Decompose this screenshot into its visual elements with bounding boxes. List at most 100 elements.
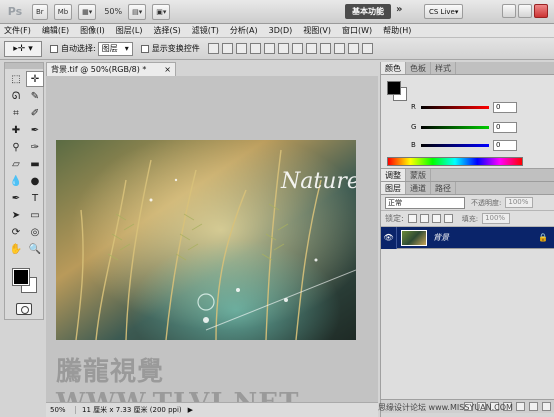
status-arrow-icon[interactable]: ▶ — [188, 406, 193, 414]
group-icon[interactable] — [516, 402, 525, 411]
eye-icon[interactable]: 👁 — [381, 226, 397, 249]
zoom-level[interactable]: 50% — [104, 7, 122, 16]
screen-mode-button[interactable]: ▣▾ — [152, 3, 171, 20]
red-slider-row: R 0 — [411, 101, 517, 113]
eraser-tool-icon[interactable]: ▱ — [7, 156, 25, 172]
workspace-overflow-icon[interactable]: » — [396, 4, 402, 15]
lock-transparency-icon[interactable] — [407, 214, 417, 223]
menu-view[interactable]: 视图(V) — [303, 25, 331, 36]
menu-3d[interactable]: 3D(D) — [269, 26, 293, 35]
tab-styles[interactable]: 样式 — [431, 62, 456, 74]
auto-select-dropdown[interactable]: 图层 — [97, 41, 133, 56]
marquee-tool-icon[interactable]: ⬚ — [7, 71, 25, 87]
status-zoom[interactable]: 50% — [46, 406, 76, 414]
lock-all-icon[interactable] — [443, 214, 453, 223]
tab-channels[interactable]: 通道 — [406, 182, 431, 194]
color-spectrum[interactable] — [387, 157, 523, 166]
3d-orbit-tool-icon[interactable]: ◎ — [26, 224, 44, 240]
move-tool-icon[interactable]: ✛ — [26, 71, 44, 87]
clone-stamp-tool-icon[interactable]: ⚲ — [7, 139, 25, 155]
tab-masks[interactable]: 蒙版 — [406, 169, 431, 181]
tab-color[interactable]: 颜色 — [381, 62, 406, 74]
menu-file[interactable]: 文件(F) — [4, 25, 31, 36]
green-slider[interactable] — [421, 125, 489, 129]
arrange-documents-button[interactable]: ▤▾ — [128, 3, 147, 20]
view-extras-button[interactable]: ▦▾ — [78, 3, 97, 20]
lock-position-icon[interactable] — [431, 214, 441, 223]
red-slider[interactable] — [421, 105, 489, 109]
pen-tool-icon[interactable]: ✒ — [7, 190, 25, 206]
document-tab[interactable]: 背景.tif @ 50%(RGB/8) * × — [46, 62, 176, 76]
blue-slider[interactable] — [421, 143, 489, 147]
menu-help[interactable]: 帮助(H) — [383, 25, 411, 36]
canvas-image[interactable]: Nature — [56, 140, 356, 340]
3d-rotate-tool-icon[interactable]: ⟳ — [7, 224, 25, 240]
crop-tool-icon[interactable]: ⌗ — [7, 105, 25, 121]
type-tool-icon[interactable]: T — [26, 190, 44, 206]
cs-live-button[interactable]: CS Live▾ — [424, 4, 464, 19]
shape-tool-icon[interactable]: ▭ — [26, 207, 44, 223]
distribute-bottom-icon[interactable] — [319, 43, 331, 54]
lasso-tool-icon[interactable]: ᘏ — [7, 88, 25, 104]
hand-tool-icon[interactable]: ✋ — [7, 241, 25, 257]
tab-layers[interactable]: 图层 — [381, 182, 406, 194]
document-close-icon[interactable]: × — [164, 65, 171, 74]
minimize-button[interactable] — [502, 4, 516, 18]
distribute-hcenter-icon[interactable] — [347, 43, 359, 54]
gradient-tool-icon[interactable]: ▬ — [26, 156, 44, 172]
delete-layer-icon[interactable] — [542, 402, 551, 411]
align-top-icon[interactable] — [207, 43, 219, 54]
distribute-left-icon[interactable] — [333, 43, 345, 54]
lock-pixels-icon[interactable] — [419, 214, 429, 223]
align-vcenter-icon[interactable] — [221, 43, 233, 54]
align-bottom-icon[interactable] — [235, 43, 247, 54]
brush-tool-icon[interactable]: ✒ — [26, 122, 44, 138]
menu-image[interactable]: 图像(I) — [80, 25, 105, 36]
show-transform-checkbox[interactable] — [140, 44, 149, 53]
menu-edit[interactable]: 编辑(E) — [42, 25, 69, 36]
red-value-input[interactable]: 0 — [493, 101, 517, 113]
opacity-input[interactable]: 100% — [505, 197, 534, 208]
menu-filter[interactable]: 滤镜(T) — [192, 25, 219, 36]
align-left-icon[interactable] — [249, 43, 261, 54]
tool-preset-picker[interactable]: ▸✛ ▾ — [4, 40, 42, 57]
panel-foreground-swatch[interactable] — [387, 81, 401, 95]
healing-brush-tool-icon[interactable]: ✚ — [7, 122, 25, 138]
green-value-input[interactable]: 0 — [493, 121, 517, 133]
dodge-tool-icon[interactable]: ● — [26, 173, 44, 189]
fill-input[interactable]: 100% — [482, 213, 511, 224]
workspace-switcher[interactable]: 基本功能 — [345, 4, 391, 19]
path-select-tool-icon[interactable]: ➤ — [7, 207, 25, 223]
tab-swatches[interactable]: 色板 — [406, 62, 431, 74]
distribute-vcenter-icon[interactable] — [305, 43, 317, 54]
quick-mask-icon[interactable] — [16, 303, 32, 315]
align-right-icon[interactable] — [277, 43, 289, 54]
menu-analysis[interactable]: 分析(A) — [230, 25, 258, 36]
menu-layer[interactable]: 图层(L) — [116, 25, 143, 36]
maximize-button[interactable] — [518, 4, 532, 18]
align-hcenter-icon[interactable] — [263, 43, 275, 54]
auto-select-checkbox[interactable] — [50, 44, 58, 53]
layer-name[interactable]: 背景 — [433, 232, 449, 243]
blue-value-input[interactable]: 0 — [493, 139, 517, 151]
tab-adjustments[interactable]: 调整 — [381, 169, 406, 181]
distribute-top-icon[interactable] — [291, 43, 303, 54]
blend-mode-dropdown[interactable]: 正常 — [385, 196, 465, 209]
blur-tool-icon[interactable]: 💧 — [7, 173, 25, 189]
zoom-tool-icon[interactable]: 🔍 — [26, 241, 44, 257]
lock-row: 锁定: 填充: 100% — [381, 211, 554, 227]
mini-bridge-button[interactable]: Mb — [53, 3, 73, 20]
new-layer-icon[interactable] — [529, 402, 538, 411]
foreground-color-swatch[interactable] — [12, 268, 30, 286]
bridge-button[interactable]: Br — [32, 3, 48, 20]
history-brush-tool-icon[interactable]: ✑ — [26, 139, 44, 155]
menu-window[interactable]: 窗口(W) — [342, 25, 372, 36]
canvas-area[interactable]: Nature 騰龍視覺 WWW.TLVI.NET — [46, 76, 378, 417]
eyedropper-tool-icon[interactable]: ✐ — [26, 105, 44, 121]
quick-select-tool-icon[interactable]: ✎ — [26, 88, 44, 104]
close-button[interactable] — [534, 4, 548, 18]
layer-row[interactable]: 👁 背景 🔒 — [381, 226, 554, 249]
distribute-right-icon[interactable] — [361, 43, 373, 54]
tab-paths[interactable]: 路径 — [431, 182, 456, 194]
menu-select[interactable]: 选择(S) — [153, 25, 180, 36]
